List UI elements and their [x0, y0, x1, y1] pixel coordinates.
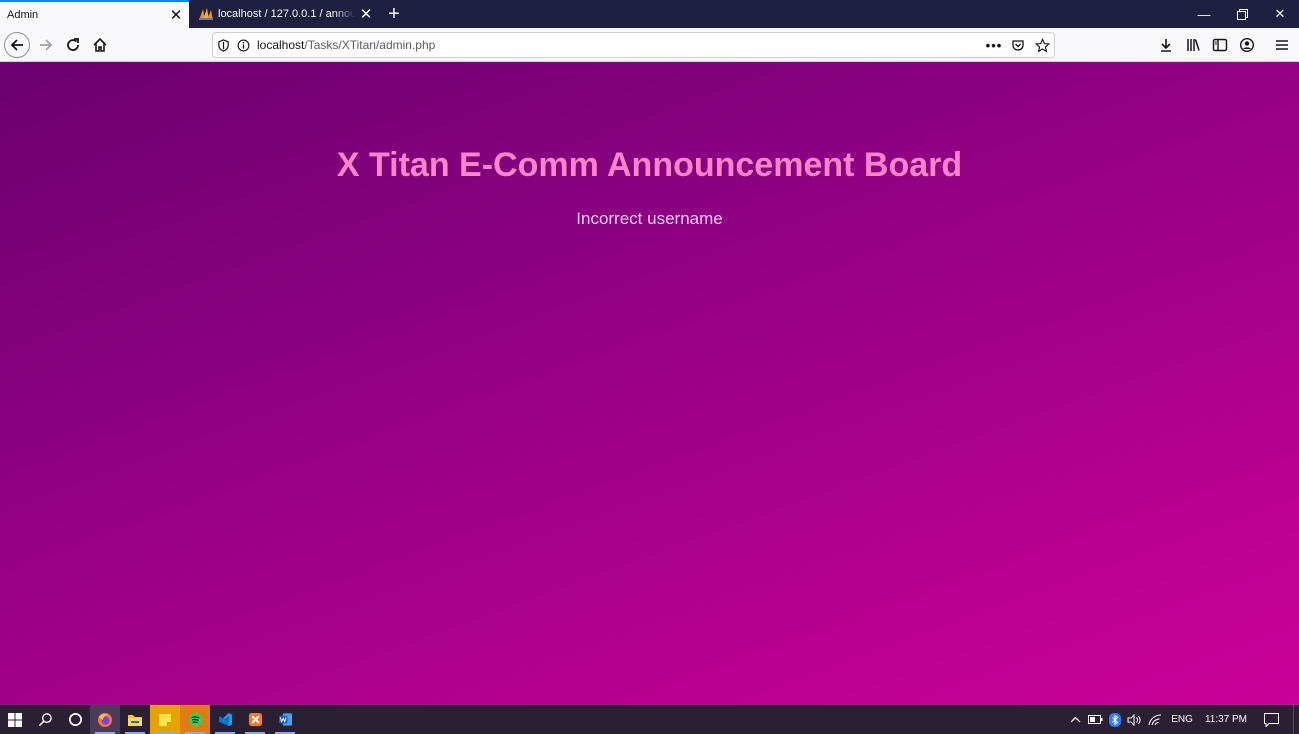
- error-message: Incorrect username: [576, 209, 723, 228]
- hamburger-menu-icon: [1275, 40, 1288, 50]
- url-host: localhost: [257, 38, 305, 52]
- word-icon[interactable]: [270, 705, 300, 734]
- phpmyadmin-icon: [199, 8, 213, 20]
- chevron-up-icon[interactable]: [1065, 705, 1085, 734]
- tab-admin[interactable]: Admin ✕: [0, 0, 189, 28]
- tab-title: Admin: [7, 9, 39, 21]
- downloads-button[interactable]: [1152, 31, 1179, 59]
- volume-icon[interactable]: [1125, 705, 1145, 734]
- file-explorer-icon[interactable]: [120, 705, 150, 734]
- page-title: X Titan E-Comm Announcement Board: [336, 146, 963, 184]
- account-button[interactable]: [1233, 31, 1260, 59]
- toolbar-right: [1152, 28, 1299, 62]
- back-button[interactable]: [4, 31, 30, 58]
- menu-button[interactable]: [1268, 31, 1295, 59]
- url-bar-actions: •••: [982, 35, 1054, 55]
- close-icon[interactable]: ✕: [355, 3, 377, 25]
- url-path: /Tasks/XTitan/admin.php: [304, 38, 436, 52]
- spotify-icon[interactable]: [180, 705, 210, 734]
- search-icon[interactable]: [30, 705, 60, 734]
- battery-icon[interactable]: [1085, 705, 1105, 734]
- library-button[interactable]: [1179, 31, 1206, 59]
- nav-bar: localhost/Tasks/XTitan/admin.php •••: [0, 28, 1299, 62]
- tab-title: localhost / 127.0.0.1 / announcements: [218, 8, 355, 20]
- sticky-notes-icon[interactable]: [150, 705, 180, 734]
- bookmark-star-icon[interactable]: [1030, 35, 1054, 55]
- taskbar: ENG 11:37 PM: [0, 705, 1299, 734]
- new-tab-button[interactable]: +: [379, 0, 409, 28]
- wifi-icon[interactable]: [1145, 705, 1165, 734]
- arrow-right-icon: [39, 38, 52, 51]
- language-indicator[interactable]: ENG: [1165, 714, 1199, 725]
- start-icon[interactable]: [0, 705, 30, 734]
- home-icon: [92, 37, 107, 52]
- tab-phpmyadmin[interactable]: localhost / 127.0.0.1 / announcements ✕: [189, 0, 379, 28]
- tab-strip: Admin ✕ localhost / 127.0.0.1 / announce…: [0, 0, 1299, 28]
- account-icon: [1239, 37, 1254, 53]
- vscode-icon[interactable]: [210, 705, 240, 734]
- firefox-icon[interactable]: [90, 705, 120, 734]
- arrow-left-icon: [10, 38, 23, 51]
- pocket-icon[interactable]: [1006, 35, 1030, 55]
- url-bar[interactable]: localhost/Tasks/XTitan/admin.php •••: [212, 32, 1055, 58]
- reload-button[interactable]: [59, 31, 86, 59]
- window-close-icon[interactable]: ✕: [1261, 0, 1299, 28]
- minimize-icon[interactable]: —: [1185, 0, 1223, 28]
- restore-icon[interactable]: [1223, 0, 1261, 28]
- clock[interactable]: 11:37 PM: [1199, 714, 1253, 725]
- page-viewport: X Titan E-Comm Announcement Board Incorr…: [0, 62, 1299, 705]
- site-info-icon[interactable]: [233, 35, 253, 55]
- sidebar-button[interactable]: [1206, 31, 1233, 59]
- xampp-icon[interactable]: [240, 705, 270, 734]
- forward-button[interactable]: [32, 31, 59, 59]
- tracking-shield-icon[interactable]: [213, 35, 233, 55]
- library-icon: [1186, 39, 1200, 51]
- notification-center-icon[interactable]: [1253, 705, 1289, 734]
- reload-icon: [66, 37, 79, 51]
- home-button[interactable]: [86, 31, 113, 59]
- system-tray: ENG 11:37 PM: [1065, 705, 1299, 734]
- sidebar-icon: [1212, 38, 1227, 52]
- close-icon[interactable]: ✕: [165, 4, 187, 26]
- cortana-icon[interactable]: [60, 705, 90, 734]
- download-icon: [1160, 39, 1171, 52]
- show-desktop-button[interactable]: [1293, 705, 1299, 734]
- tab-strip-spacer: [409, 0, 1185, 28]
- page-actions-icon[interactable]: •••: [982, 35, 1006, 55]
- url-text[interactable]: localhost/Tasks/XTitan/admin.php: [257, 38, 982, 52]
- bluetooth-icon[interactable]: [1105, 705, 1125, 734]
